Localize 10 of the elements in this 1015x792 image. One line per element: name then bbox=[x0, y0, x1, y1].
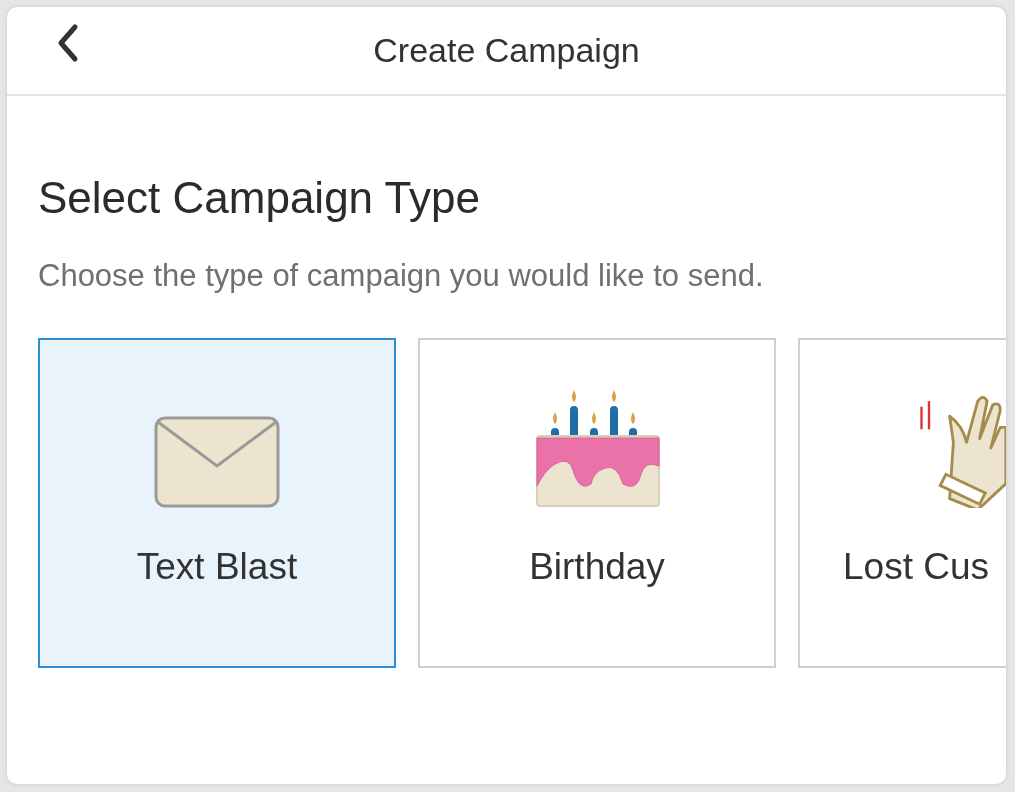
campaign-type-card[interactable]: Lost Cus bbox=[798, 338, 1006, 668]
section-description: Choose the type of campaign you would like to send. bbox=[38, 257, 765, 295]
campaign-type-card[interactable]: Birthday bbox=[418, 338, 776, 668]
page-title: Create Campaign bbox=[373, 31, 640, 70]
campaign-type-card[interactable]: Text Blast bbox=[38, 338, 396, 668]
section-heading: Select Campaign Type bbox=[38, 172, 481, 224]
card-label: Text Blast bbox=[136, 546, 298, 588]
card-label: Birthday bbox=[529, 546, 665, 588]
card-label: Lost Cus bbox=[843, 546, 989, 588]
envelope-icon bbox=[154, 416, 280, 508]
